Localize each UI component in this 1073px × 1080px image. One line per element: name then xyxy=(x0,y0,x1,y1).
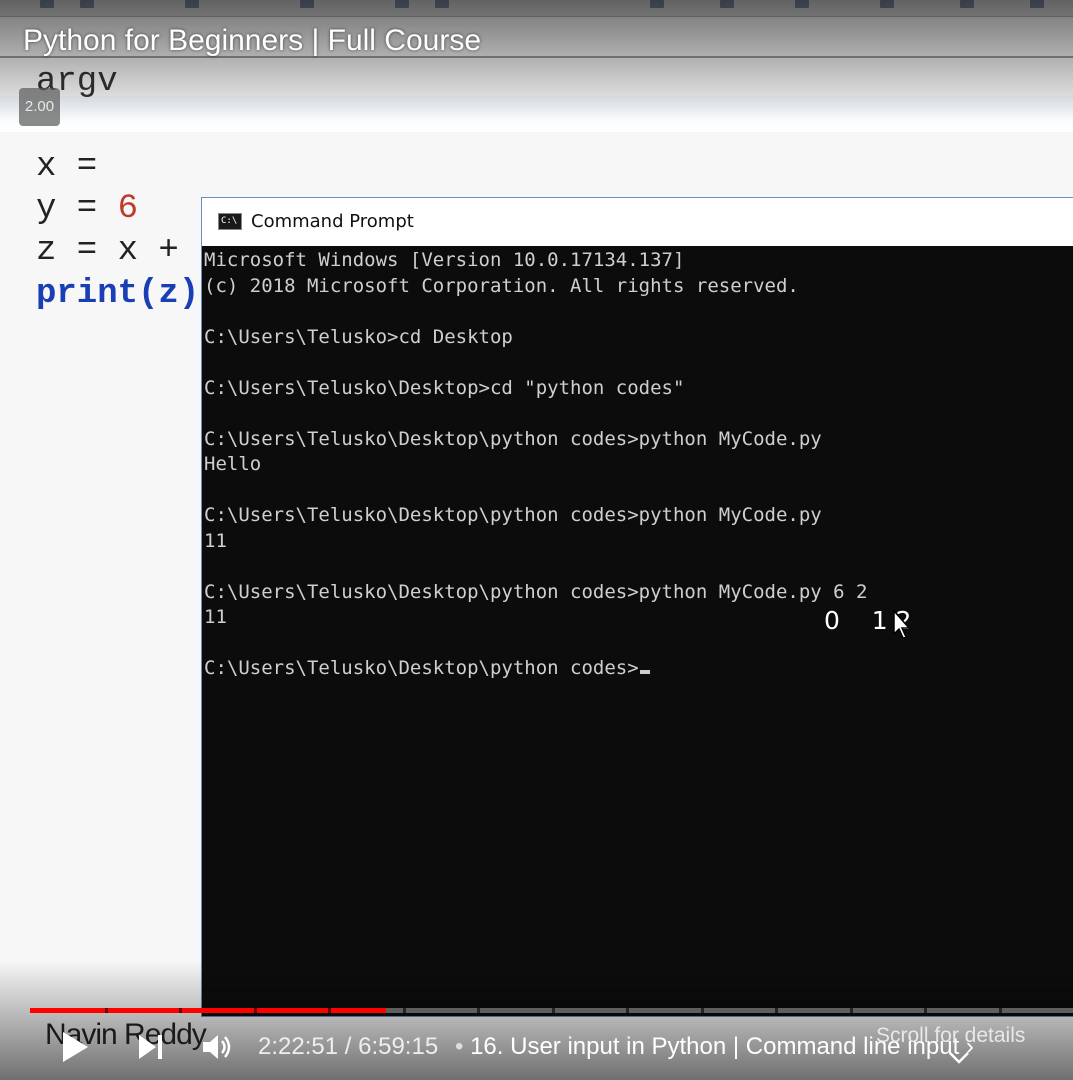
volume-icon[interactable] xyxy=(200,1030,234,1064)
current-time: 2:22:51 xyxy=(258,1033,339,1060)
next-icon[interactable] xyxy=(136,1032,166,1062)
chapter-bullet: • xyxy=(455,1033,464,1060)
mouse-pointer-icon xyxy=(893,610,911,639)
top-overlay xyxy=(0,0,1073,120)
code-line-print: print(z) xyxy=(36,275,200,313)
video-frame[interactable]: argv x = y = 6 z = x + print(z) C:\ Comm… xyxy=(0,0,1073,1080)
chapter-marker xyxy=(477,1008,480,1013)
window-title: Command Prompt xyxy=(251,211,414,232)
chapter-marker xyxy=(775,1008,778,1013)
video-title[interactable]: Python for Beginners | Full Course xyxy=(23,24,481,58)
console-line: 11 xyxy=(204,606,227,628)
console-line: C:\Users\Telusko\Desktop>cd "python code… xyxy=(204,376,685,399)
playback-speed-badge: 2.00 xyxy=(19,88,60,126)
time-display: 2:22:51 / 6:59:15 xyxy=(258,1033,438,1061)
command-prompt-window[interactable]: C:\ Command Prompt Microsoft Windows [Ve… xyxy=(201,197,1073,1017)
chapter-marker xyxy=(924,1008,927,1013)
progress-bar[interactable] xyxy=(30,1008,1073,1013)
window-titlebar[interactable]: C:\ Command Prompt xyxy=(202,198,1073,246)
chapter-marker xyxy=(253,1008,257,1013)
console-output[interactable]: Microsoft Windows [Version 10.0.17134.13… xyxy=(204,248,1073,682)
chevron-down-icon[interactable] xyxy=(948,1051,970,1065)
chapter-marker xyxy=(104,1008,108,1013)
console-prompt: C:\Users\Telusko\Desktop\python codes> xyxy=(204,657,639,679)
time-separator: / xyxy=(344,1033,352,1060)
console-line: Microsoft Windows [Version 10.0.17134.13… xyxy=(204,249,685,271)
video-duration: 6:59:15 xyxy=(358,1033,439,1060)
progress-bar-played xyxy=(30,1008,386,1013)
chapter-marker xyxy=(179,1008,182,1013)
chapter-marker xyxy=(700,1008,704,1013)
console-line: 11 xyxy=(204,529,227,552)
code-line-y: y = 6 xyxy=(36,188,138,230)
play-icon[interactable] xyxy=(60,1030,90,1064)
chapter-marker xyxy=(402,1008,406,1013)
console-line: (c) 2018 Microsoft Corporation. All righ… xyxy=(204,274,799,297)
console-line: C:\Users\Telusko\Desktop\python codes>py… xyxy=(204,504,822,526)
text-cursor xyxy=(639,670,650,674)
chapter-marker xyxy=(328,1008,331,1013)
cmd-icon: C:\ xyxy=(218,213,242,230)
console-line: C:\Users\Telusko\Desktop\python codes> xyxy=(204,656,1073,682)
chapter-marker xyxy=(551,1008,555,1013)
console-line: C:\Users\Telusko>cd Desktop xyxy=(204,325,513,348)
code-line-y-prefix: y = xyxy=(36,190,118,228)
console-line: C:\Users\Telusko\Desktop\python codes>py… xyxy=(204,427,822,450)
chapter-marker xyxy=(998,1008,1002,1013)
code-line-x: x = xyxy=(36,148,98,186)
code-number-literal: 6 xyxy=(117,190,139,228)
console-line: C:\Users\Telusko\Desktop\python codes>py… xyxy=(204,580,868,603)
console-line: Hello xyxy=(204,453,262,475)
chapter-marker xyxy=(626,1008,629,1013)
chapter-marker xyxy=(849,1008,853,1013)
code-line-z: z = x + xyxy=(36,232,179,270)
scroll-for-details-hint[interactable]: Scroll for details xyxy=(876,1024,1025,1048)
